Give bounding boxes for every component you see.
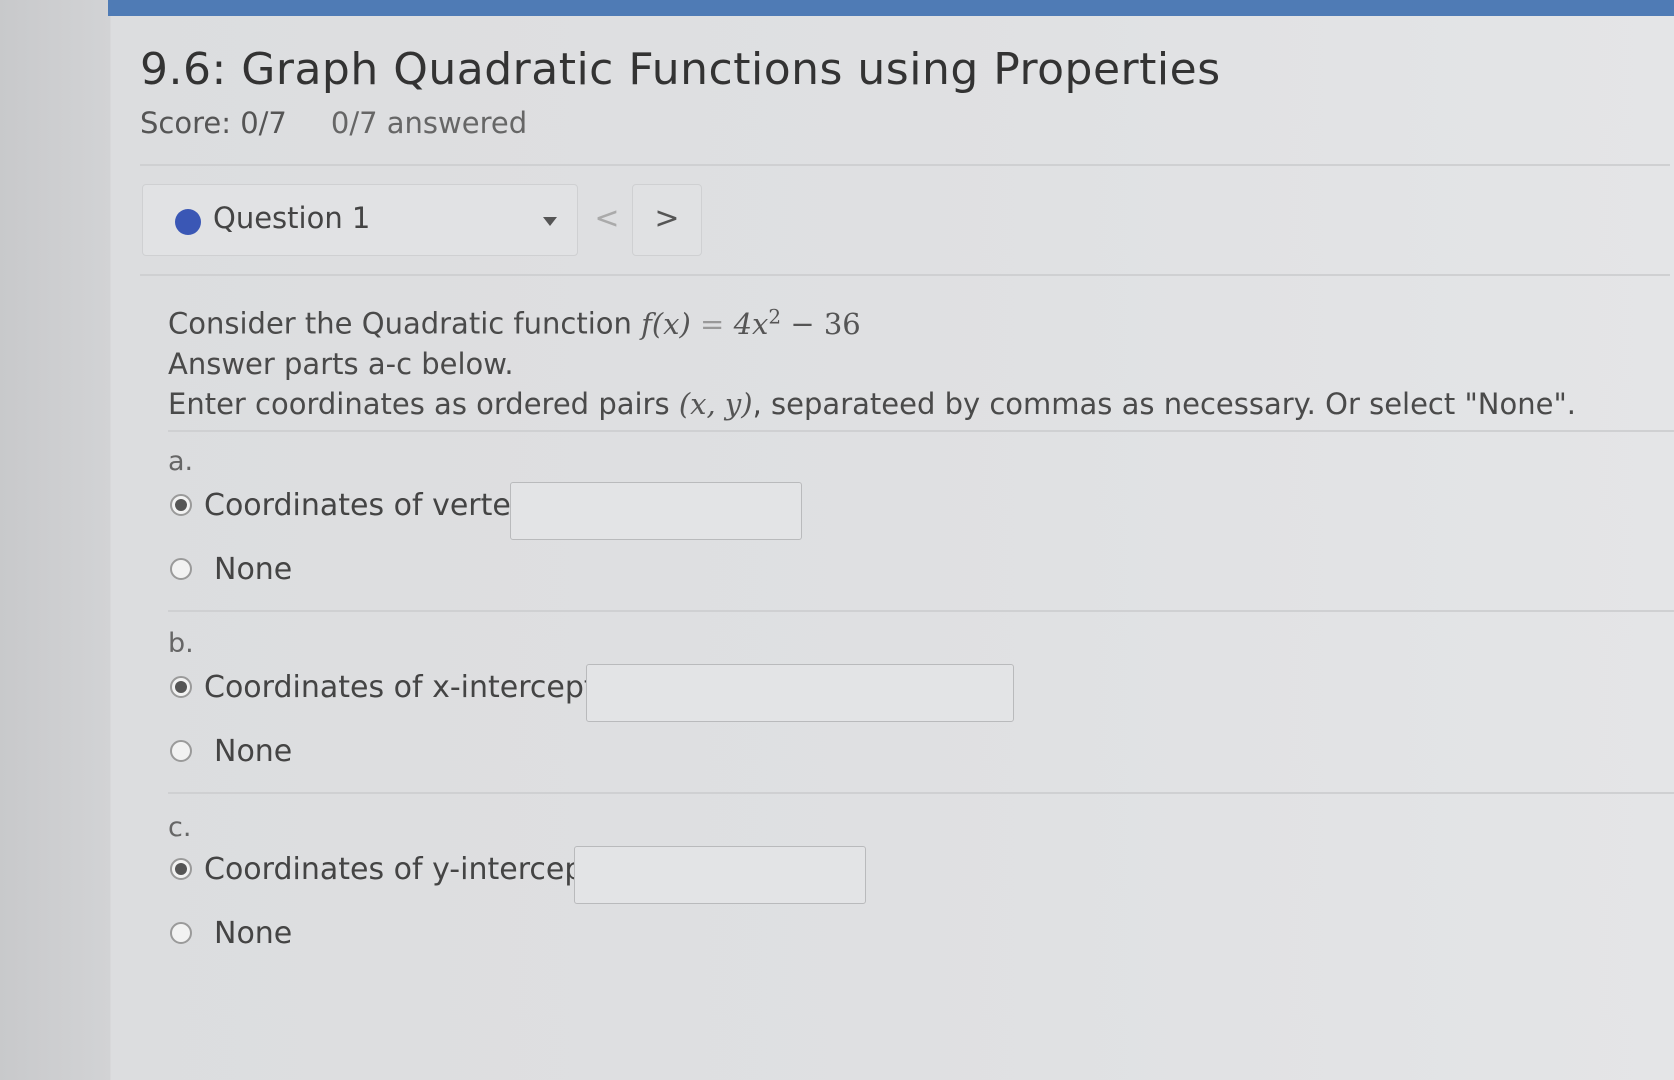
part-a-option-label: Coordinates of vertex: — [204, 488, 539, 523]
part-c-letter: c. — [168, 812, 192, 843]
top-bar — [108, 0, 1674, 16]
answered-count: 0/7 answered — [330, 106, 528, 140]
function-lhs: f(x) — [641, 306, 691, 341]
function-exponent: 2 — [768, 304, 782, 328]
instructions-pre: Enter coordinates as ordered pairs — [168, 386, 670, 421]
part-a-coordinates-radio[interactable] — [170, 494, 192, 516]
part-c-coordinates-radio[interactable] — [170, 858, 192, 880]
question-status-dot-icon — [175, 209, 201, 235]
left-gutter — [0, 0, 110, 1080]
problem-line-1: Consider the Quadratic function f(x) = 4… — [168, 296, 1576, 344]
score-line: Score: 0/7 0/7 answered — [140, 106, 527, 140]
question-dropdown-label: Question 1 — [213, 201, 371, 235]
part-c-none-label: None — [214, 916, 293, 951]
problem-line-3: Enter coordinates as ordered pairs (x, y… — [168, 384, 1576, 424]
divider — [168, 610, 1674, 612]
divider — [168, 430, 1674, 432]
part-b-none-label: None — [214, 734, 293, 769]
part-a-none-label: None — [214, 552, 293, 587]
part-c-option-label: Coordinates of y-intercept: — [204, 852, 606, 887]
part-a-answer-input[interactable] — [510, 482, 802, 540]
part-a-letter: a. — [168, 446, 194, 477]
part-b-letter: b. — [168, 628, 194, 659]
score-text: Score: 0/7 — [140, 106, 287, 140]
part-b-none-radio[interactable] — [170, 740, 192, 762]
part-a-none-radio[interactable] — [170, 558, 192, 580]
screen: 9.6: Graph Quadratic Functions using Pro… — [0, 0, 1674, 1080]
assignment-page: 9.6: Graph Quadratic Functions using Pro… — [110, 16, 1674, 1080]
question-dropdown[interactable]: Question 1 — [142, 184, 578, 256]
function-constant: − 36 — [790, 306, 861, 341]
problem-line-2: Answer parts a-c below. — [168, 346, 514, 381]
divider — [140, 164, 1670, 166]
function-equals: = — [700, 306, 725, 341]
part-b-coordinates-radio[interactable] — [170, 676, 192, 698]
ordered-pair-notation: (x, y) — [678, 386, 753, 421]
instructions-post: , separateed by commas as necessary. Or … — [752, 386, 1577, 421]
caret-down-icon — [543, 217, 557, 226]
divider — [140, 274, 1670, 276]
page-title: 9.6: Graph Quadratic Functions using Pro… — [140, 44, 1221, 95]
problem-statement: Consider the Quadratic function f(x) = 4… — [168, 296, 1576, 424]
divider — [168, 792, 1674, 794]
problem-intro: Consider the Quadratic function — [168, 306, 632, 341]
part-c-none-radio[interactable] — [170, 922, 192, 944]
part-b-option-label: Coordinates of x-intercepts: — [204, 670, 622, 705]
part-c-answer-input[interactable] — [574, 846, 866, 904]
function-expression: f(x) = 4x2 − 36 — [641, 304, 861, 341]
next-question-button[interactable]: > — [632, 184, 702, 256]
function-coefficient: 4x — [733, 306, 769, 341]
part-b-answer-input[interactable] — [586, 664, 1014, 722]
